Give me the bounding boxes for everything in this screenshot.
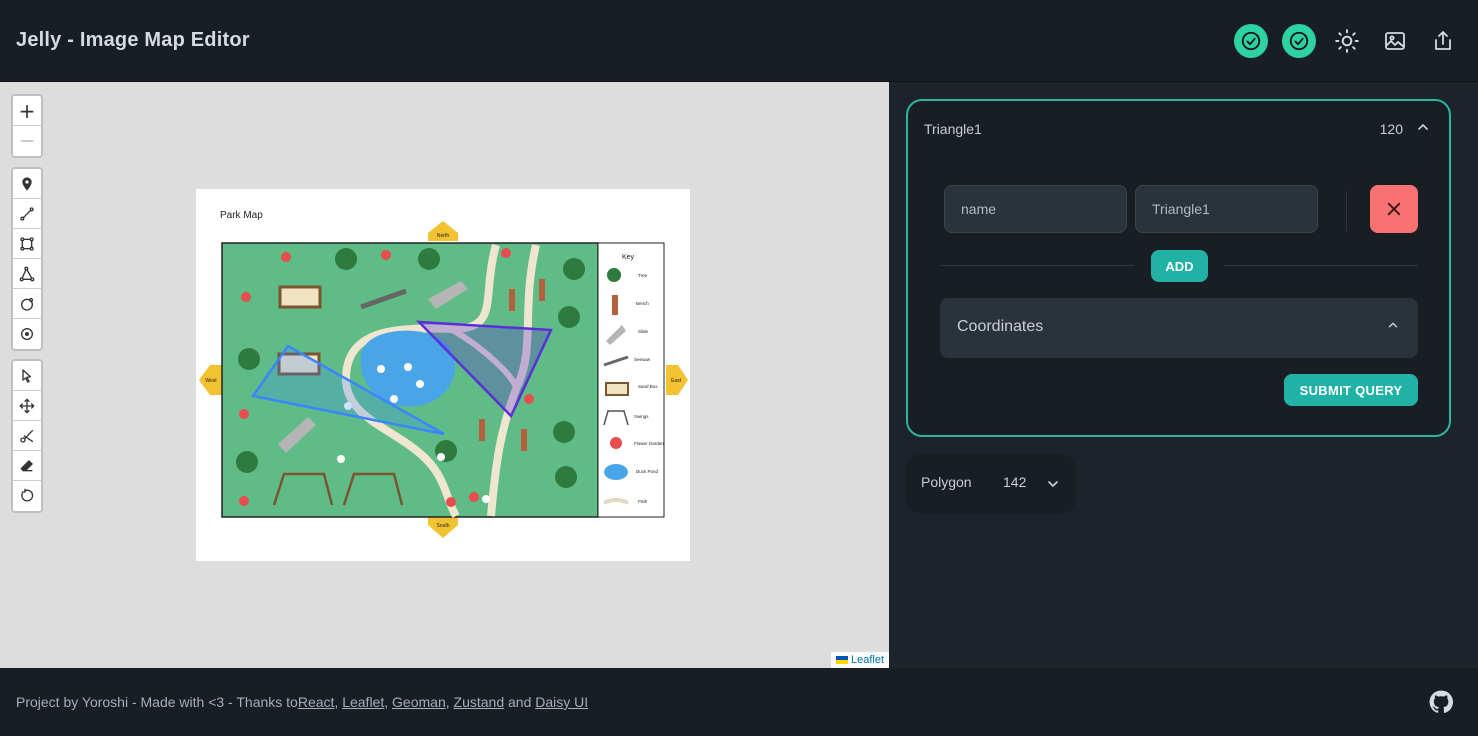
key-title: Key <box>622 254 635 261</box>
key-item: Path <box>638 499 648 504</box>
attribution-link[interactable]: Leaflet <box>851 654 884 666</box>
draw-toolbar <box>11 167 43 351</box>
submit-query-button[interactable]: SUBMIT QUERY <box>1284 374 1418 406</box>
sun-icon[interactable] <box>1330 24 1364 58</box>
github-icon[interactable] <box>1428 689 1454 718</box>
ukraine-flag-icon <box>835 656 848 664</box>
polyline-tool-icon[interactable] <box>13 199 41 229</box>
footer-link-geoman[interactable]: Geoman <box>392 694 446 710</box>
footer-link-daisyui[interactable]: Daisy UI <box>535 694 588 710</box>
app-title: Jelly - Image Map Editor <box>16 29 250 51</box>
chevron-up-icon[interactable] <box>1415 119 1431 140</box>
edit-toolbar <box>11 359 43 513</box>
svg-text:West: West <box>205 378 217 384</box>
upload-icon[interactable] <box>1426 24 1460 58</box>
footer-link-zustand[interactable]: Zustand <box>454 694 505 710</box>
key-item: Duck Pond <box>636 469 659 474</box>
zoom-out-button[interactable]: — <box>13 126 41 156</box>
delete-property-button[interactable] <box>1370 185 1418 233</box>
shape-count: 120 <box>1379 121 1403 137</box>
svg-text:South: South <box>436 523 449 529</box>
leaflet-attribution[interactable]: Leaflet <box>830 652 889 668</box>
footer-link-react[interactable]: React <box>298 694 335 710</box>
key-item: Bench <box>636 301 649 306</box>
key-item: Seesaw <box>634 357 651 362</box>
divider <box>940 265 1134 266</box>
eraser-tool-icon[interactable] <box>13 451 41 481</box>
check-circle-icon[interactable] <box>1234 24 1268 58</box>
app-footer: Project by Yoroshi - Made with <3 - Than… <box>0 668 1478 736</box>
shape-title: Polygon <box>921 474 972 490</box>
coordinates-collapse[interactable]: Coordinates <box>940 298 1418 358</box>
chevron-down-icon[interactable] <box>1045 476 1061 497</box>
edit-tool-icon[interactable] <box>13 361 41 391</box>
shape-count: 142 <box>1003 474 1027 490</box>
shape-title[interactable]: Triangle1 <box>924 121 982 137</box>
circle-marker-tool-icon[interactable] <box>13 319 41 349</box>
drag-tool-icon[interactable] <box>13 391 41 421</box>
shape-card-polygon[interactable]: Polygon 142 <box>906 454 1076 514</box>
rotate-tool-icon[interactable] <box>13 481 41 511</box>
cut-tool-icon[interactable] <box>13 421 41 451</box>
footer-text: Project by Yoroshi - Made with <3 - Than… <box>16 694 298 710</box>
zoom-in-button[interactable]: + <box>13 96 41 126</box>
zoom-control: + — <box>11 94 43 158</box>
park-map-image[interactable]: Park Map North South West East Key Tree … <box>196 189 690 561</box>
key-item: Tree <box>638 273 648 278</box>
map-image-title: Park Map <box>220 210 263 221</box>
shapes-panel: Triangle1 120 name Triangle1 ADD Coordin… <box>889 82 1478 668</box>
zoom-in-label: + <box>18 98 36 123</box>
polygon-tool-icon[interactable] <box>13 259 41 289</box>
check-circle-icon[interactable] <box>1282 24 1316 58</box>
key-item: Flower Garden <box>634 441 664 446</box>
property-key-input[interactable]: name <box>944 185 1127 233</box>
marker-tool-icon[interactable] <box>13 169 41 199</box>
divider <box>1224 265 1418 266</box>
header-actions <box>1234 24 1460 58</box>
chevron-up-icon[interactable] <box>1386 318 1400 337</box>
coordinates-label: Coordinates <box>957 318 1044 335</box>
divider <box>1346 191 1347 231</box>
property-value-input[interactable]: Triangle1 <box>1135 185 1318 233</box>
key-item: Slide <box>638 329 649 334</box>
svg-text:East: East <box>671 378 682 384</box>
image-icon[interactable] <box>1378 24 1412 58</box>
svg-text:North: North <box>437 233 449 239</box>
footer-link-leaflet[interactable]: Leaflet <box>342 694 384 710</box>
key-item: Sand Box <box>638 384 658 389</box>
zoom-out-label: — <box>20 133 34 149</box>
add-property-button[interactable]: ADD <box>1151 250 1208 282</box>
app-header: Jelly - Image Map Editor <box>0 0 1478 82</box>
rectangle-tool-icon[interactable] <box>13 229 41 259</box>
circle-tool-icon[interactable] <box>13 289 41 319</box>
shape-card-triangle1: Triangle1 120 name Triangle1 ADD Coordin… <box>906 99 1451 437</box>
key-item: Swings <box>634 414 649 419</box>
map-canvas[interactable]: + — Park Map North South West East Key T… <box>0 82 889 668</box>
